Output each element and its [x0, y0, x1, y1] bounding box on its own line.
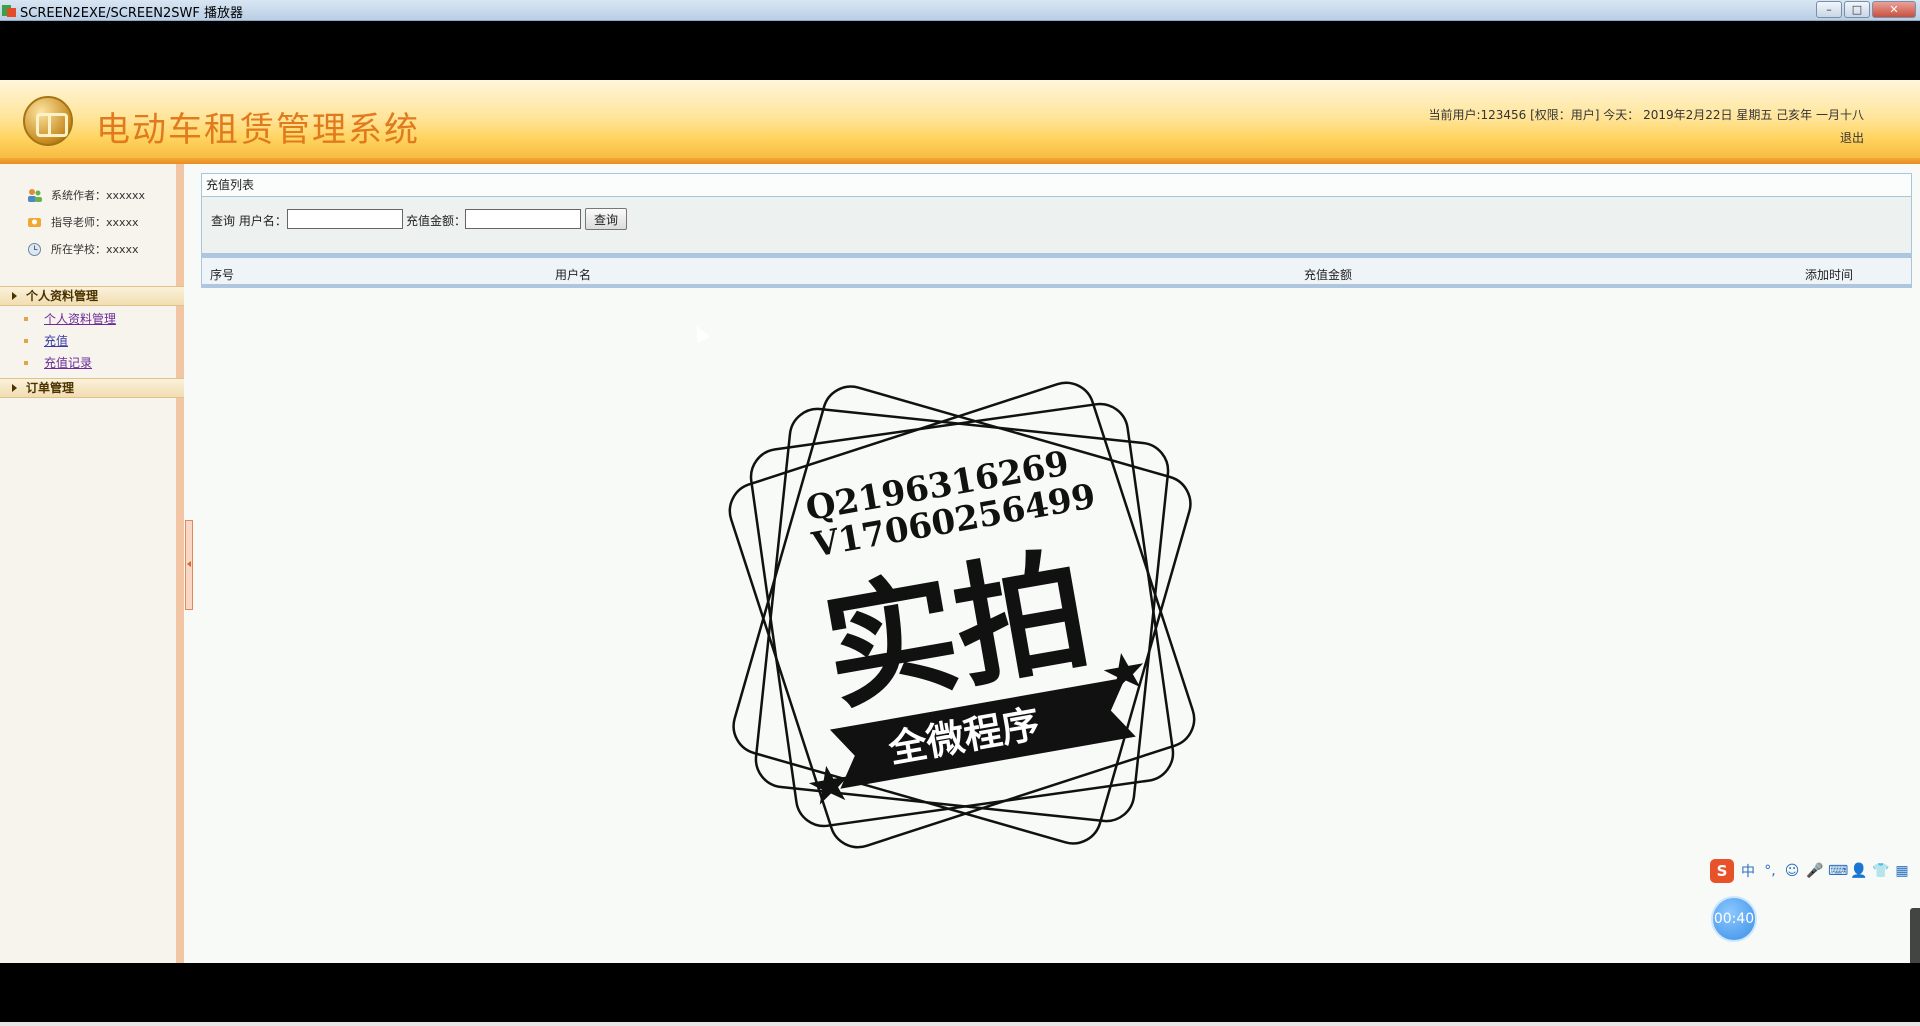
sidebar-item-profile[interactable]: 个人资料管理: [0, 309, 184, 329]
users-icon: [28, 188, 42, 202]
column-header-added-time: 添加时间: [1805, 268, 1854, 282]
caret-right-icon: [12, 384, 17, 392]
teacher-icon: [28, 217, 41, 227]
close-button[interactable]: ✕: [1872, 1, 1916, 18]
recharge-link[interactable]: 充值: [44, 334, 68, 348]
player-title-bar: SCREEN2EXE/SCREEN2SWF 播放器 – □ ✕: [0, 0, 1920, 21]
recharge-records-link[interactable]: 充值记录: [44, 356, 92, 370]
maximize-button[interactable]: □: [1844, 1, 1870, 18]
sidebar-item-recharge[interactable]: 充值: [0, 331, 184, 351]
search-button[interactable]: 查询: [585, 208, 627, 230]
main-content: 充值列表 查询 用户名： 充值金额： 查询 序号 用户名 充值金额 添加时间: [201, 173, 1912, 288]
table-header: 序号 用户名 充值金额 添加时间: [201, 254, 1912, 288]
keyboard-icon[interactable]: ⌨: [1828, 863, 1848, 879]
school-info: 所在学校：xxxxx: [26, 241, 139, 257]
amount-search-input[interactable]: [465, 209, 581, 229]
panel-title: 充值列表: [201, 173, 1912, 197]
grid-icon[interactable]: ▦: [1894, 863, 1910, 879]
amount-label: 充值金额：: [406, 214, 467, 228]
menu-order-label: 订单管理: [26, 381, 75, 395]
user-info: 当前用户:123456 [权限：用户] 今天： 2019年2月22日 星期五 己…: [1428, 108, 1864, 122]
player-title: SCREEN2EXE/SCREEN2SWF 播放器: [20, 6, 243, 21]
author-text: 系统作者：xxxxxx: [51, 189, 146, 202]
bullet-icon: [24, 361, 28, 365]
player-status-strip: [0, 1022, 1920, 1026]
logo-icon: [23, 96, 73, 146]
player-bottom-bar: [0, 963, 1920, 1026]
web-page: 电动车租赁管理系统 当前用户:123456 [权限：用户] 今天： 2019年2…: [0, 80, 1920, 963]
author-info: 系统作者：xxxxxx: [26, 187, 145, 203]
search-prefix-label: 查询 用户名：: [211, 214, 287, 228]
mouse-cursor: [690, 322, 710, 344]
side-panel-tab[interactable]: [1910, 908, 1920, 963]
site-header: 电动车租赁管理系统 当前用户:123456 [权限：用户] 今天： 2019年2…: [0, 80, 1920, 164]
minimize-button[interactable]: –: [1816, 1, 1842, 18]
watermark-stamp: Q2196316269 V17060256499 实拍 全微程序: [728, 381, 1196, 849]
sogou-logo-icon[interactable]: S: [1710, 859, 1734, 883]
column-header-index: 序号: [210, 268, 235, 282]
bullet-icon: [24, 317, 28, 321]
window-controls: – □ ✕: [1816, 1, 1916, 18]
logout-link[interactable]: 退出: [1840, 129, 1864, 146]
user-icon[interactable]: 👤: [1850, 863, 1867, 879]
sidebar: 系统作者：xxxxxx 指导老师：xxxxx 所在学校：xxxxx 个人资料管理…: [0, 164, 184, 963]
school-text: 所在学校：xxxxx: [51, 243, 139, 256]
ime-chinese-mode[interactable]: 中: [1740, 861, 1756, 881]
profile-link[interactable]: 个人资料管理: [44, 312, 116, 326]
menu-profile-label: 个人资料管理: [26, 289, 99, 303]
sidebar-item-recharge-records[interactable]: 充值记录: [0, 353, 184, 373]
player-app-icon: [2, 5, 16, 17]
site-title: 电动车租赁管理系统: [96, 110, 420, 150]
menu-order-management[interactable]: 订单管理: [0, 378, 184, 398]
bullet-icon: [24, 339, 28, 343]
school-icon: [28, 242, 41, 256]
column-header-username: 用户名: [555, 268, 592, 282]
column-header-amount: 充值金额: [1304, 268, 1353, 282]
search-bar: 查询 用户名： 充值金额： 查询: [201, 197, 1912, 254]
microphone-icon[interactable]: 🎤: [1806, 863, 1823, 879]
skin-icon[interactable]: 👕: [1872, 863, 1889, 879]
menu-profile-management[interactable]: 个人资料管理: [0, 286, 184, 306]
ime-punctuation[interactable]: °,: [1762, 863, 1778, 879]
sidebar-collapse-handle[interactable]: [185, 520, 193, 610]
username-search-input[interactable]: [287, 209, 403, 229]
emoji-icon[interactable]: ☺: [1784, 863, 1800, 879]
ime-toolbar: S 中 °, ☺ 🎤 ⌨ 👤 👕 ▦: [1710, 858, 1910, 884]
teacher-text: 指导老师：xxxxx: [51, 216, 139, 229]
recording-timer[interactable]: 00:40: [1711, 896, 1757, 942]
teacher-info: 指导老师：xxxxx: [26, 214, 139, 230]
caret-right-icon: [12, 292, 17, 300]
